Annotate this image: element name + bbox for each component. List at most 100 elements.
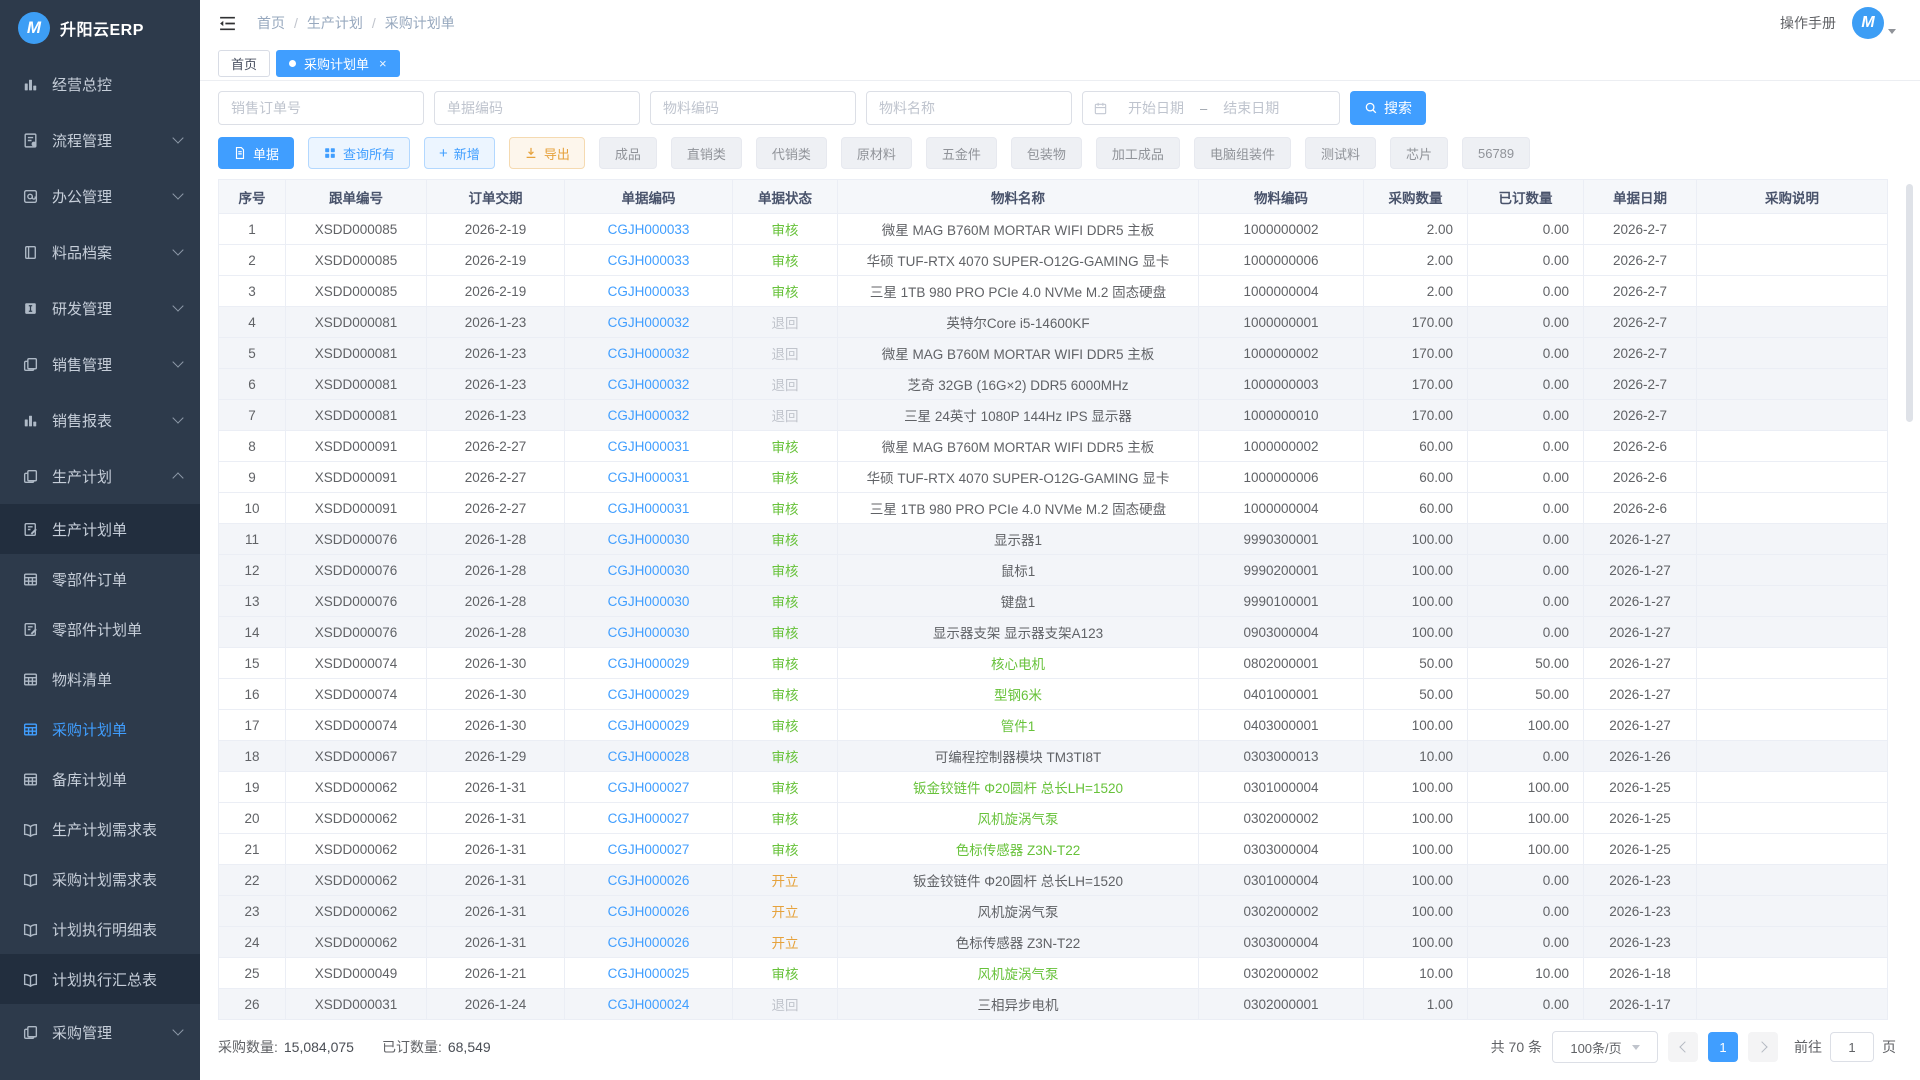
sidebar-menu-item[interactable]: 销售管理 <box>0 336 200 392</box>
cell-doc-link[interactable]: CGJH000031 <box>565 462 733 493</box>
breadcrumb-item[interactable]: 生产计划 <box>307 13 385 33</box>
tab-close-icon[interactable]: × <box>379 56 387 71</box>
manual-link[interactable]: 操作手册 <box>1780 13 1836 33</box>
sidebar-menu-item[interactable]: 经营总控 <box>0 56 200 112</box>
sidebar-menu-item[interactable]: 计划执行明细表 <box>0 904 200 954</box>
material-code-input[interactable] <box>650 91 856 125</box>
table-row[interactable]: 11 XSDD000076 2026-1-28 CGJH000030 审核 显示… <box>219 524 1888 555</box>
sidebar-menu-item[interactable]: 物料清单 <box>0 654 200 704</box>
category-chip[interactable]: 包装物 <box>1011 137 1082 169</box>
cell-doc-link[interactable]: CGJH000031 <box>565 431 733 462</box>
table-row[interactable]: 23 XSDD000062 2026-1-31 CGJH000026 开立 风机… <box>219 896 1888 927</box>
category-chip[interactable]: 原材料 <box>841 137 912 169</box>
search-button[interactable]: 搜索 <box>1350 91 1426 125</box>
vertical-scrollbar[interactable] <box>1906 184 1913 422</box>
cell-doc-link[interactable]: CGJH000029 <box>565 648 733 679</box>
cell-doc-link[interactable]: CGJH000032 <box>565 400 733 431</box>
cell-doc-link[interactable]: CGJH000026 <box>565 896 733 927</box>
sidebar-menu-item[interactable]: 销售报表 <box>0 392 200 448</box>
sidebar-menu-item[interactable]: 办公管理 <box>0 168 200 224</box>
sidebar-menu-item[interactable]: 零部件计划单 <box>0 604 200 654</box>
sidebar-menu-item[interactable]: 备库计划单 <box>0 754 200 804</box>
page-1-button[interactable]: 1 <box>1708 1032 1738 1062</box>
table-row[interactable]: 20 XSDD000062 2026-1-31 CGJH000027 审核 风机… <box>219 803 1888 834</box>
cell-doc-link[interactable]: CGJH000027 <box>565 803 733 834</box>
cell-doc-link[interactable]: CGJH000026 <box>565 865 733 896</box>
cell-doc-link[interactable]: CGJH000030 <box>565 586 733 617</box>
cell-doc-link[interactable]: CGJH000024 <box>565 989 733 1020</box>
sidebar-menu-item[interactable]: 零部件订单 <box>0 554 200 604</box>
start-date-input[interactable] <box>1116 99 1196 117</box>
table-row[interactable]: 12 XSDD000076 2026-1-28 CGJH000030 审核 鼠标… <box>219 555 1888 586</box>
table-row[interactable]: 22 XSDD000062 2026-1-31 CGJH000026 开立 钣金… <box>219 865 1888 896</box>
end-date-input[interactable] <box>1211 99 1291 117</box>
user-avatar[interactable]: M <box>1852 7 1884 39</box>
category-chip[interactable]: 五金件 <box>926 137 997 169</box>
cell-doc-link[interactable]: CGJH000029 <box>565 679 733 710</box>
sidebar-menu-item[interactable]: 流程管理 <box>0 112 200 168</box>
tab-purchase-plan[interactable]: 采购计划单 × <box>276 50 400 77</box>
cell-doc-link[interactable]: CGJH000027 <box>565 834 733 865</box>
cell-doc-link[interactable]: CGJH000031 <box>565 493 733 524</box>
collapse-sidebar-icon[interactable] <box>218 15 237 32</box>
table-row[interactable]: 16 XSDD000074 2026-1-30 CGJH000029 审核 型钢… <box>219 679 1888 710</box>
cell-doc-link[interactable]: CGJH000029 <box>565 710 733 741</box>
prev-page-button[interactable] <box>1668 1032 1698 1062</box>
sidebar-menu-item[interactable]: 生产计划需求表 <box>0 804 200 854</box>
table-row[interactable]: 15 XSDD000074 2026-1-30 CGJH000029 审核 核心… <box>219 648 1888 679</box>
cell-doc-link[interactable]: CGJH000032 <box>565 307 733 338</box>
cell-doc-link[interactable]: CGJH000030 <box>565 555 733 586</box>
breadcrumb-item[interactable]: 采购计划单 <box>385 13 455 33</box>
category-chip[interactable]: 加工成品 <box>1096 137 1180 169</box>
table-row[interactable]: 24 XSDD000062 2026-1-31 CGJH000026 开立 色标… <box>219 927 1888 958</box>
table-row[interactable]: 3 XSDD000085 2026-2-19 CGJH000033 审核 三星 … <box>219 276 1888 307</box>
goto-page-input[interactable] <box>1830 1032 1874 1062</box>
category-chip[interactable]: 成品 <box>599 137 657 169</box>
query-all-button[interactable]: 查询所有 <box>308 137 410 169</box>
table-row[interactable]: 2 XSDD000085 2026-2-19 CGJH000033 审核 华硕 … <box>219 245 1888 276</box>
cell-doc-link[interactable]: CGJH000027 <box>565 772 733 803</box>
cell-doc-link[interactable]: CGJH000025 <box>565 958 733 989</box>
doc-code-input[interactable] <box>434 91 640 125</box>
table-row[interactable]: 26 XSDD000031 2026-1-24 CGJH000024 退回 三相… <box>219 989 1888 1020</box>
docs-button[interactable]: 单据 <box>218 137 294 169</box>
category-chip[interactable]: 直销类 <box>671 137 742 169</box>
table-row[interactable]: 1 XSDD000085 2026-2-19 CGJH000033 审核 微星 … <box>219 214 1888 245</box>
sidebar-menu-item[interactable]: 研发管理 <box>0 280 200 336</box>
category-chip[interactable]: 测试料 <box>1305 137 1376 169</box>
table-row[interactable]: 7 XSDD000081 2026-1-23 CGJH000032 退回 三星 … <box>219 400 1888 431</box>
sidebar-menu-item[interactable]: 生产计划单 <box>0 504 200 554</box>
breadcrumb-item[interactable]: 首页 <box>257 13 307 33</box>
cell-doc-link[interactable]: CGJH000033 <box>565 276 733 307</box>
cell-doc-link[interactable]: CGJH000028 <box>565 741 733 772</box>
sidebar-menu-item[interactable]: 车间设置 <box>0 1060 200 1080</box>
add-button[interactable]: + 新增 <box>424 137 495 169</box>
sidebar-menu-item[interactable]: 采购计划需求表 <box>0 854 200 904</box>
cell-doc-link[interactable]: CGJH000026 <box>565 927 733 958</box>
table-row[interactable]: 10 XSDD000091 2026-2-27 CGJH000031 审核 三星… <box>219 493 1888 524</box>
tab-home[interactable]: 首页 <box>218 50 270 77</box>
page-size-select[interactable]: 100条/页 <box>1552 1031 1658 1063</box>
sidebar-menu-item[interactable]: 采购管理 <box>0 1004 200 1060</box>
sidebar-menu-item[interactable]: 生产计划 <box>0 448 200 504</box>
category-chip[interactable]: 代销类 <box>756 137 827 169</box>
sidebar-menu-item[interactable]: 计划执行汇总表 <box>0 954 200 1004</box>
table-row[interactable]: 4 XSDD000081 2026-1-23 CGJH000032 退回 英特尔… <box>219 307 1888 338</box>
category-chip[interactable]: 芯片 <box>1390 137 1448 169</box>
cell-doc-link[interactable]: CGJH000030 <box>565 617 733 648</box>
table-row[interactable]: 17 XSDD000074 2026-1-30 CGJH000029 审核 管件… <box>219 710 1888 741</box>
sales-order-input[interactable] <box>218 91 424 125</box>
table-row[interactable]: 5 XSDD000081 2026-1-23 CGJH000032 退回 微星 … <box>219 338 1888 369</box>
table-row[interactable]: 21 XSDD000062 2026-1-31 CGJH000027 审核 色标… <box>219 834 1888 865</box>
table-row[interactable]: 18 XSDD000067 2026-1-29 CGJH000028 审核 可编… <box>219 741 1888 772</box>
cell-doc-link[interactable]: CGJH000032 <box>565 338 733 369</box>
table-row[interactable]: 6 XSDD000081 2026-1-23 CGJH000032 退回 芝奇 … <box>219 369 1888 400</box>
table-row[interactable]: 13 XSDD000076 2026-1-28 CGJH000030 审核 键盘… <box>219 586 1888 617</box>
sidebar-menu-item[interactable]: 料品档案 <box>0 224 200 280</box>
export-button[interactable]: 导出 <box>509 137 585 169</box>
cell-doc-link[interactable]: CGJH000032 <box>565 369 733 400</box>
material-name-input[interactable] <box>866 91 1072 125</box>
category-chip[interactable]: 56789 <box>1462 137 1530 169</box>
cell-doc-link[interactable]: CGJH000033 <box>565 245 733 276</box>
category-chip[interactable]: 电脑组装件 <box>1194 137 1291 169</box>
